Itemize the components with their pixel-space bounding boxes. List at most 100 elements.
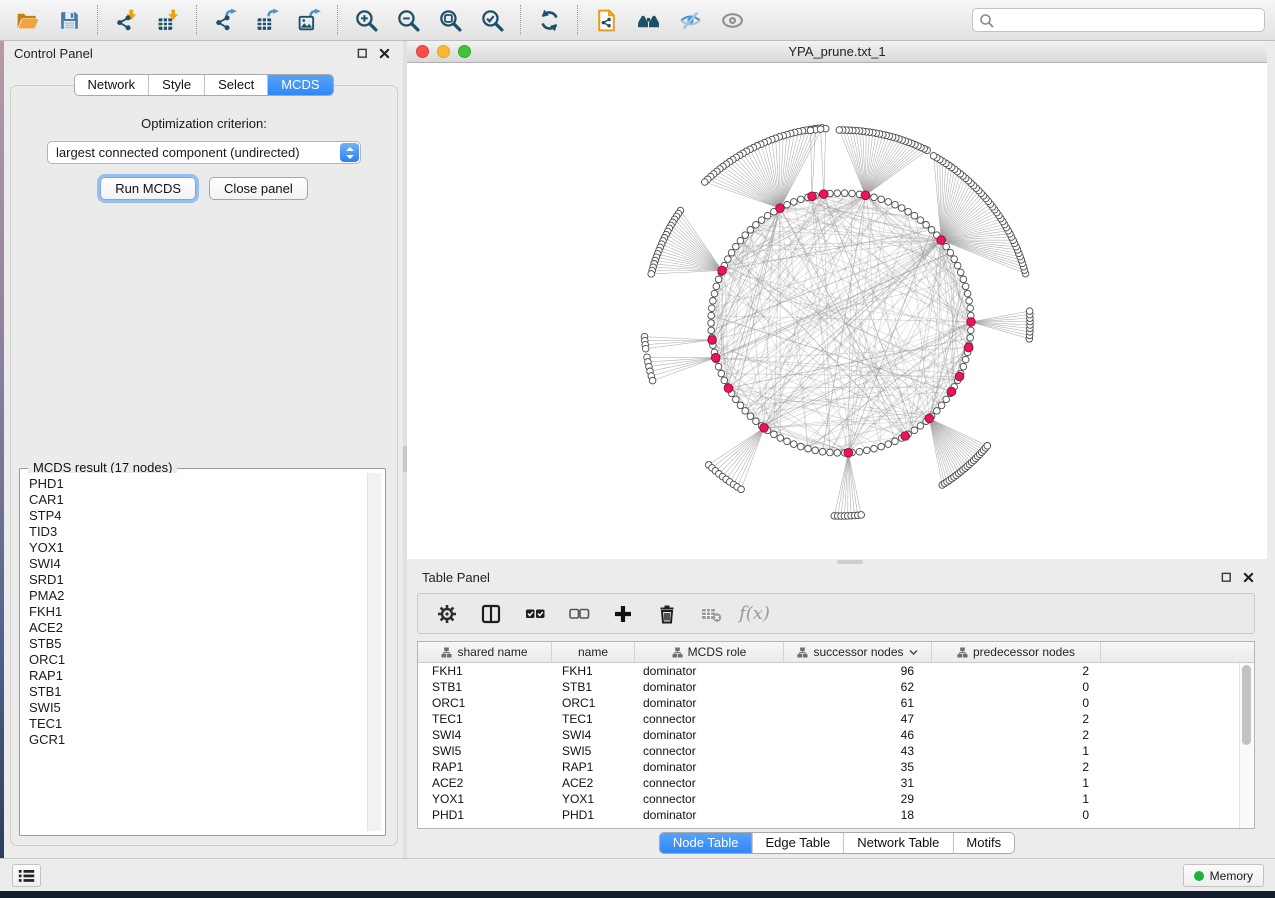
split-columns-button[interactable] — [474, 599, 507, 629]
deselect-all-button[interactable] — [562, 599, 595, 629]
graph-node[interactable] — [967, 335, 974, 342]
graph-node[interactable] — [805, 445, 812, 452]
graph-node[interactable] — [938, 402, 945, 409]
float-panel-icon[interactable] — [1220, 571, 1233, 584]
zoom-selected-button[interactable] — [471, 3, 513, 37]
run-mcds-button[interactable]: Run MCDS — [100, 177, 196, 200]
zoom-in-button[interactable] — [345, 3, 387, 37]
table-row[interactable]: TEC1TEC1connector472 — [418, 711, 1239, 727]
graph-node[interactable] — [954, 262, 961, 269]
graphics-details-on-button[interactable] — [711, 3, 753, 37]
graph-node[interactable] — [713, 283, 720, 290]
graph-node[interactable] — [968, 327, 975, 334]
graph-node[interactable] — [798, 443, 805, 450]
graph-node[interactable] — [708, 320, 715, 327]
graph-node[interactable] — [911, 427, 918, 434]
graph-node[interactable] — [984, 443, 991, 450]
memory-button[interactable]: Memory — [1183, 864, 1264, 887]
graph-node[interactable] — [962, 356, 969, 363]
graph-node[interactable] — [967, 305, 974, 312]
new-network-from-selection-button[interactable] — [585, 3, 627, 37]
mcds-node-item[interactable]: STB5 — [29, 636, 366, 652]
graph-node[interactable] — [747, 413, 754, 420]
table-row[interactable]: PHD1PHD1dominator180 — [418, 807, 1239, 823]
graph-node[interactable] — [764, 212, 771, 219]
graph-node[interactable] — [917, 423, 924, 430]
graph-node[interactable] — [943, 243, 950, 250]
mcds-node-item[interactable]: YOX1 — [29, 540, 366, 556]
graph-hub-node[interactable] — [967, 318, 976, 327]
graph-nodes[interactable] — [641, 125, 1033, 520]
graph-node[interactable] — [784, 201, 791, 208]
task-history-button[interactable] — [12, 864, 41, 887]
binoculars-button[interactable] — [627, 3, 669, 37]
mcds-node-item[interactable]: TEC1 — [29, 716, 366, 732]
tab-mcds[interactable]: MCDS — [267, 75, 332, 95]
network-graph[interactable] — [407, 63, 1267, 559]
table-row[interactable]: ACE2ACE2connector311 — [418, 775, 1239, 791]
mcds-node-item[interactable]: ORC1 — [29, 652, 366, 668]
splitter-grabber[interactable] — [837, 560, 863, 564]
refresh-view-button[interactable] — [528, 3, 570, 37]
graph-node[interactable] — [753, 222, 760, 229]
graph-hub-node[interactable] — [760, 424, 769, 433]
graph-node[interactable] — [878, 443, 885, 450]
mcds-list-scrollbar[interactable] — [367, 473, 381, 831]
import-table-button[interactable] — [147, 3, 189, 37]
mcds-node-item[interactable]: SWI4 — [29, 556, 366, 572]
graph-node[interactable] — [758, 217, 765, 224]
tab-style[interactable]: Style — [148, 75, 204, 95]
save-session-button[interactable] — [48, 3, 90, 37]
graph-node[interactable] — [737, 402, 744, 409]
graph-node[interactable] — [957, 269, 964, 276]
graph-node[interactable] — [962, 283, 969, 290]
add-row-button[interactable] — [606, 599, 639, 629]
graph-node[interactable] — [911, 212, 918, 219]
graph-node[interactable] — [885, 199, 892, 206]
export-network-button[interactable] — [204, 3, 246, 37]
table-row[interactable]: FKH1FKH1dominator962 — [418, 663, 1239, 679]
graph-node[interactable] — [856, 448, 863, 455]
graph-hub-node[interactable] — [947, 387, 956, 396]
graph-node[interactable] — [943, 396, 950, 403]
apply-function-button[interactable]: f(x) — [738, 599, 771, 629]
graph-node[interactable] — [648, 271, 655, 278]
graph-hub-node[interactable] — [955, 372, 964, 381]
graph-hub-node[interactable] — [711, 353, 720, 362]
graph-node[interactable] — [836, 127, 843, 134]
column-header-predecessor-nodes[interactable]: predecessor nodes — [932, 642, 1101, 662]
graph-node[interactable] — [960, 276, 967, 283]
graph-node[interactable] — [817, 126, 824, 133]
delete-table-button[interactable] — [694, 599, 727, 629]
graph-node[interactable] — [715, 276, 722, 283]
graph-hub-node[interactable] — [808, 192, 817, 201]
column-header-mcds-role[interactable]: MCDS role — [635, 642, 784, 662]
select-all-button[interactable] — [518, 599, 551, 629]
graph-hub-node[interactable] — [820, 190, 829, 199]
graph-node[interactable] — [871, 445, 878, 452]
graph-node[interactable] — [715, 363, 722, 370]
graph-hub-node[interactable] — [718, 266, 727, 275]
graph-node[interactable] — [905, 208, 912, 215]
table-row[interactable]: SWI5SWI5connector431 — [418, 743, 1239, 759]
graph-node[interactable] — [827, 449, 834, 456]
table-row[interactable]: ORC1ORC1dominator610 — [418, 695, 1239, 711]
graph-node[interactable] — [791, 441, 798, 448]
graph-node[interactable] — [951, 256, 958, 263]
mcds-result-list[interactable]: PHD1CAR1STP4TID3YOX1SWI4SRD1PMA2FKH1ACE2… — [24, 473, 366, 831]
graph-node[interactable] — [885, 441, 892, 448]
graph-node[interactable] — [702, 179, 709, 186]
network-canvas[interactable] — [407, 63, 1267, 559]
graph-node[interactable] — [798, 196, 805, 203]
graph-node[interactable] — [711, 290, 718, 297]
graph-node[interactable] — [747, 227, 754, 234]
graph-node[interactable] — [753, 418, 760, 425]
export-image-button[interactable] — [288, 3, 330, 37]
graph-node[interactable] — [819, 448, 826, 455]
tab-node-table[interactable]: Node Table — [660, 833, 752, 853]
graph-node[interactable] — [858, 512, 865, 519]
search-input[interactable] — [998, 13, 1258, 28]
import-network-button[interactable] — [105, 3, 147, 37]
graph-node[interactable] — [834, 450, 841, 457]
tab-network-table[interactable]: Network Table — [843, 833, 952, 853]
